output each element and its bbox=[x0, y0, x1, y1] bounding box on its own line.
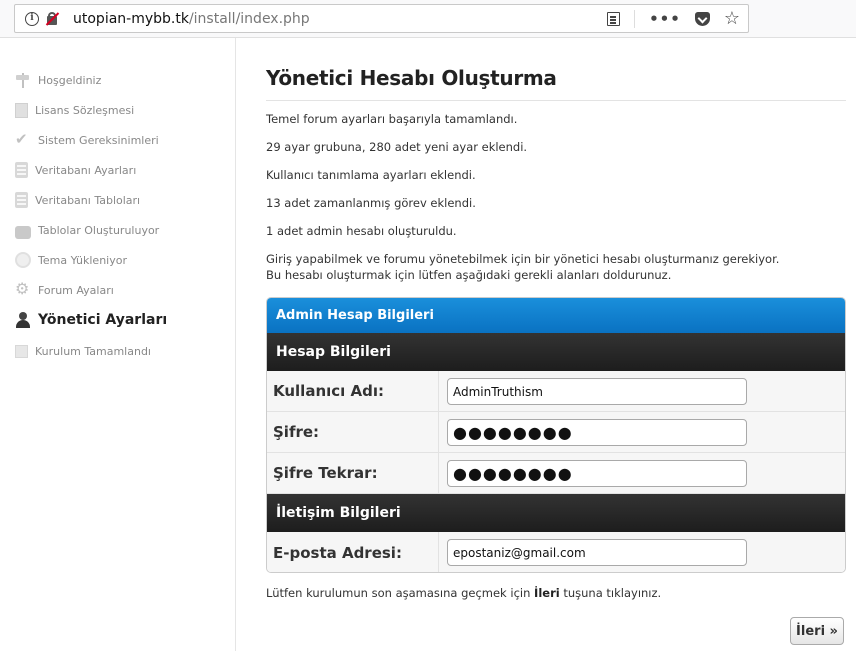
step-hosgeldiniz: Hoşgeldiniz bbox=[15, 70, 101, 90]
email-row: E-posta Adresi: bbox=[267, 532, 845, 572]
password-confirm-input[interactable] bbox=[447, 460, 747, 487]
step-kurulum: Kurulum Tamamlandı bbox=[15, 341, 151, 361]
toolbar-divider bbox=[634, 10, 636, 28]
status-message: Kullanıcı tanımlama ayarları eklendi. bbox=[266, 168, 476, 182]
step-lisans: Lisans Sözleşmesi bbox=[15, 100, 134, 120]
url-path: /install/index.php bbox=[188, 10, 310, 27]
bookmark-star-icon[interactable]: ☆ bbox=[724, 10, 740, 28]
status-message: 1 adet admin hesabı oluşturuldu. bbox=[266, 224, 457, 238]
step-label: Hoşgeldiniz bbox=[38, 73, 102, 87]
install-steps-sidebar: Hoşgeldiniz Lisans Sözleşmesi Sistem Ger… bbox=[0, 38, 236, 651]
document-icon bbox=[15, 102, 28, 118]
step-yonetici-active: Yönetici Ayarları bbox=[15, 310, 167, 330]
email-label: E-posta Adresi: bbox=[267, 532, 439, 572]
signpost-icon bbox=[15, 72, 31, 88]
circle-icon bbox=[15, 252, 31, 268]
page-title: Yönetici Hesabı Oluşturma bbox=[266, 66, 557, 90]
step-label: Yönetici Ayarları bbox=[38, 312, 168, 328]
box-icon bbox=[15, 344, 28, 358]
admin-account-form: Admin Hesap Bilgileri Hesap Bilgileri Ku… bbox=[266, 297, 846, 573]
step-label: Tablolar Oluşturuluyor bbox=[38, 223, 160, 237]
password-input[interactable] bbox=[447, 419, 747, 446]
step-sistem: Sistem Gereksinimleri bbox=[15, 130, 159, 150]
footer-text-bold: İleri bbox=[534, 586, 560, 600]
step-forum-ayarlari: Forum Ayaları bbox=[15, 279, 114, 300]
intro-text-line1: Giriş yapabilmek ve forumu yönetebilmek … bbox=[266, 252, 780, 266]
info-icon[interactable]: i bbox=[25, 11, 39, 26]
password-label: Şifre: bbox=[267, 412, 439, 452]
status-message: Temel forum ayarları başarıyla tamamland… bbox=[266, 112, 518, 126]
section-contact-info: İletişim Bilgileri bbox=[267, 494, 845, 532]
status-message: 29 ayar grubuna, 280 adet yeni ayar ekle… bbox=[266, 140, 528, 154]
intro-text-line2: Bu hesabı oluşturmak için lütfen aşağıda… bbox=[266, 268, 672, 282]
step-label: Veritabanı Ayarları bbox=[35, 163, 137, 177]
section-account-info: Hesap Bilgileri bbox=[267, 333, 845, 371]
password-confirm-label: Şifre Tekrar: bbox=[267, 453, 439, 493]
step-label: Lisans Sözleşmesi bbox=[35, 103, 135, 117]
browser-toolbar: i utopian-mybb.tk/install/index.php ••• … bbox=[0, 0, 856, 38]
pocket-icon[interactable] bbox=[694, 12, 710, 26]
username-input[interactable] bbox=[447, 378, 747, 405]
page-actions-icon[interactable]: ••• bbox=[649, 12, 681, 27]
step-veritabani-tablolari: Veritabanı Tabloları bbox=[15, 190, 140, 210]
database-icon bbox=[15, 162, 28, 178]
password-row: Şifre: bbox=[267, 412, 845, 453]
url-text[interactable]: utopian-mybb.tk/install/index.php bbox=[73, 11, 310, 27]
footer-text-pre: Lütfen kurulumun son aşamasına geçmek iç… bbox=[266, 586, 535, 600]
email-input[interactable] bbox=[447, 539, 747, 566]
step-label: Kurulum Tamamlandı bbox=[35, 344, 151, 358]
step-tablolar: Tablolar Oluşturuluyor bbox=[15, 220, 159, 240]
title-divider bbox=[266, 100, 846, 101]
insecure-lock-icon[interactable] bbox=[45, 11, 60, 26]
checkmark-icon bbox=[15, 130, 31, 148]
step-label: Sistem Gereksinimleri bbox=[38, 133, 159, 147]
step-label: Veritabanı Tabloları bbox=[35, 193, 141, 207]
username-row: Kullanıcı Adı: bbox=[267, 371, 845, 412]
footer-text-post: tuşuna tıklayınız. bbox=[559, 586, 662, 600]
address-bar[interactable]: i utopian-mybb.tk/install/index.php ••• … bbox=[14, 4, 749, 33]
username-label: Kullanıcı Adı: bbox=[267, 371, 439, 411]
gear-icon bbox=[15, 279, 31, 298]
step-veritabani-ayarlari: Veritabanı Ayarları bbox=[15, 160, 136, 180]
url-host: utopian-mybb.tk bbox=[73, 10, 189, 27]
briefcase-icon bbox=[15, 225, 31, 239]
database-icon bbox=[15, 192, 28, 208]
step-label: Forum Ayaları bbox=[38, 283, 114, 297]
panel-header: Admin Hesap Bilgileri bbox=[267, 298, 845, 333]
step-label: Tema Yükleniyor bbox=[38, 253, 127, 267]
status-message: 13 adet zamanlanmış görev eklendi. bbox=[266, 196, 476, 210]
footer-instruction: Lütfen kurulumun son aşamasına geçmek iç… bbox=[266, 586, 661, 600]
reader-view-icon[interactable] bbox=[607, 12, 621, 26]
password-confirm-row: Şifre Tekrar: bbox=[267, 453, 845, 494]
user-icon bbox=[15, 312, 31, 328]
next-button[interactable]: İleri » bbox=[790, 617, 844, 645]
step-tema: Tema Yükleniyor bbox=[15, 250, 127, 270]
